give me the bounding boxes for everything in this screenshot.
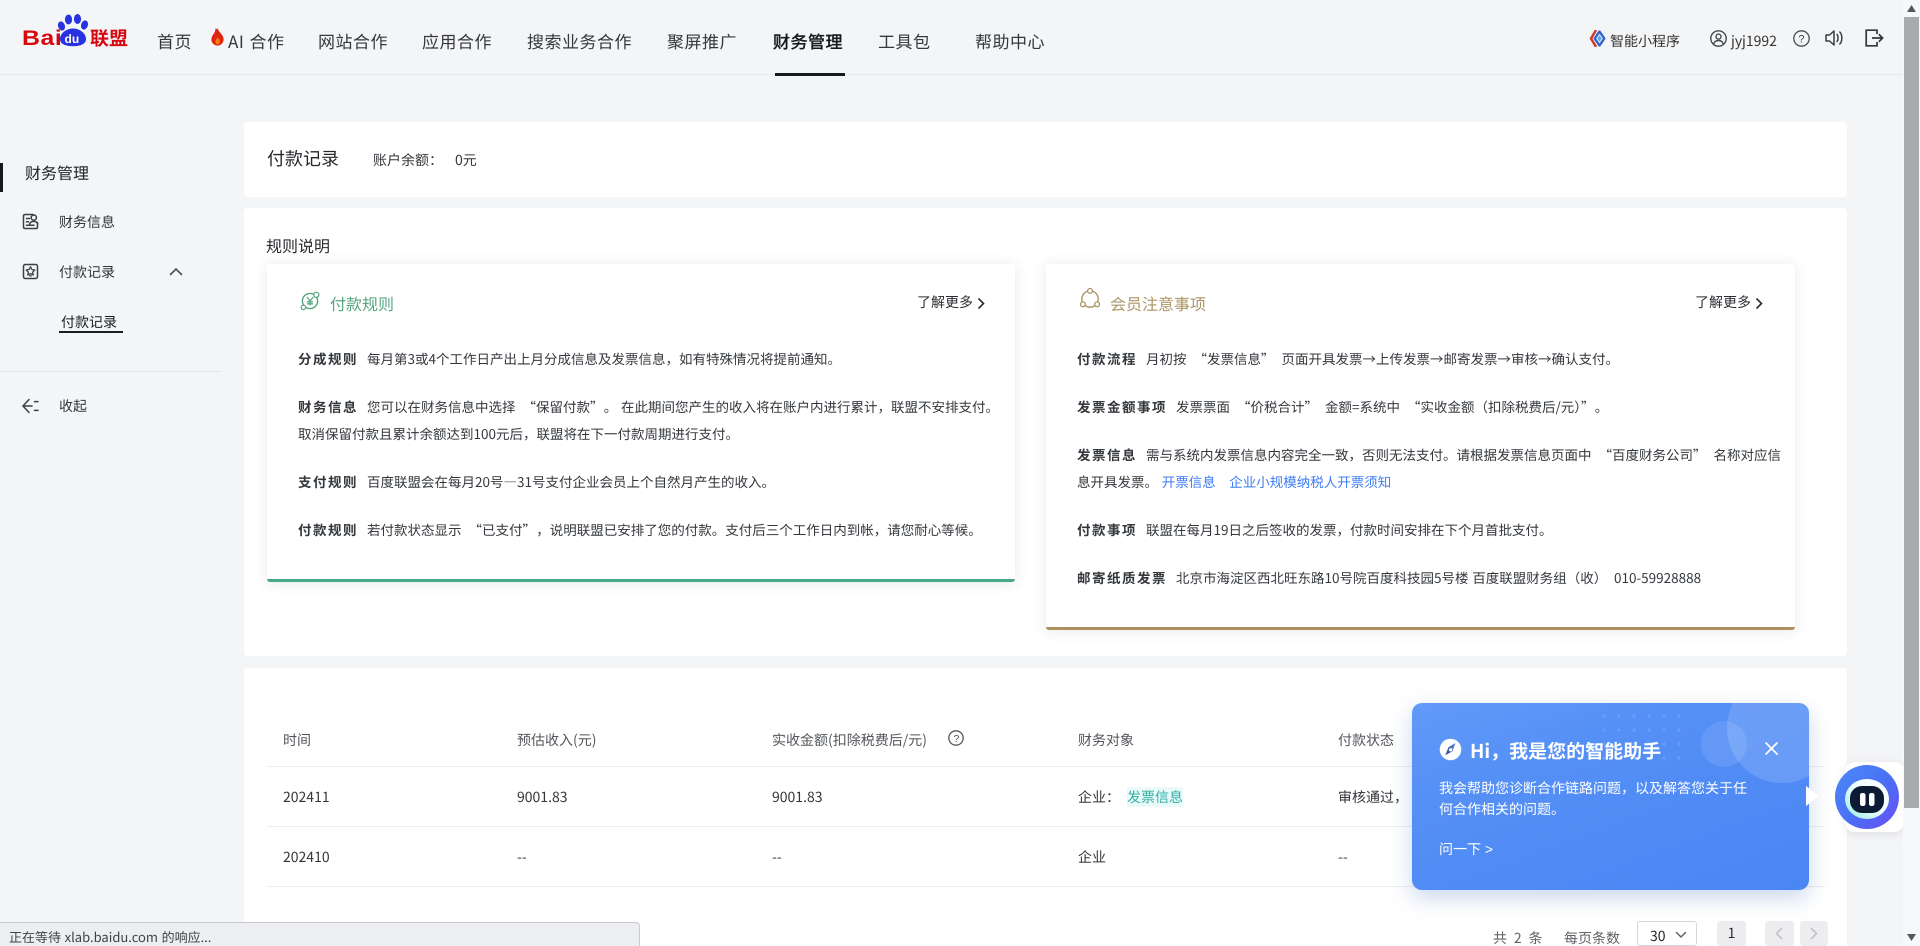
svg-text:du: du: [65, 32, 80, 46]
svg-text:?: ?: [954, 733, 960, 745]
svg-text:?: ?: [1798, 33, 1804, 45]
svg-text:Bai: Bai: [22, 26, 62, 50]
svg-text:联盟: 联盟: [90, 24, 128, 50]
